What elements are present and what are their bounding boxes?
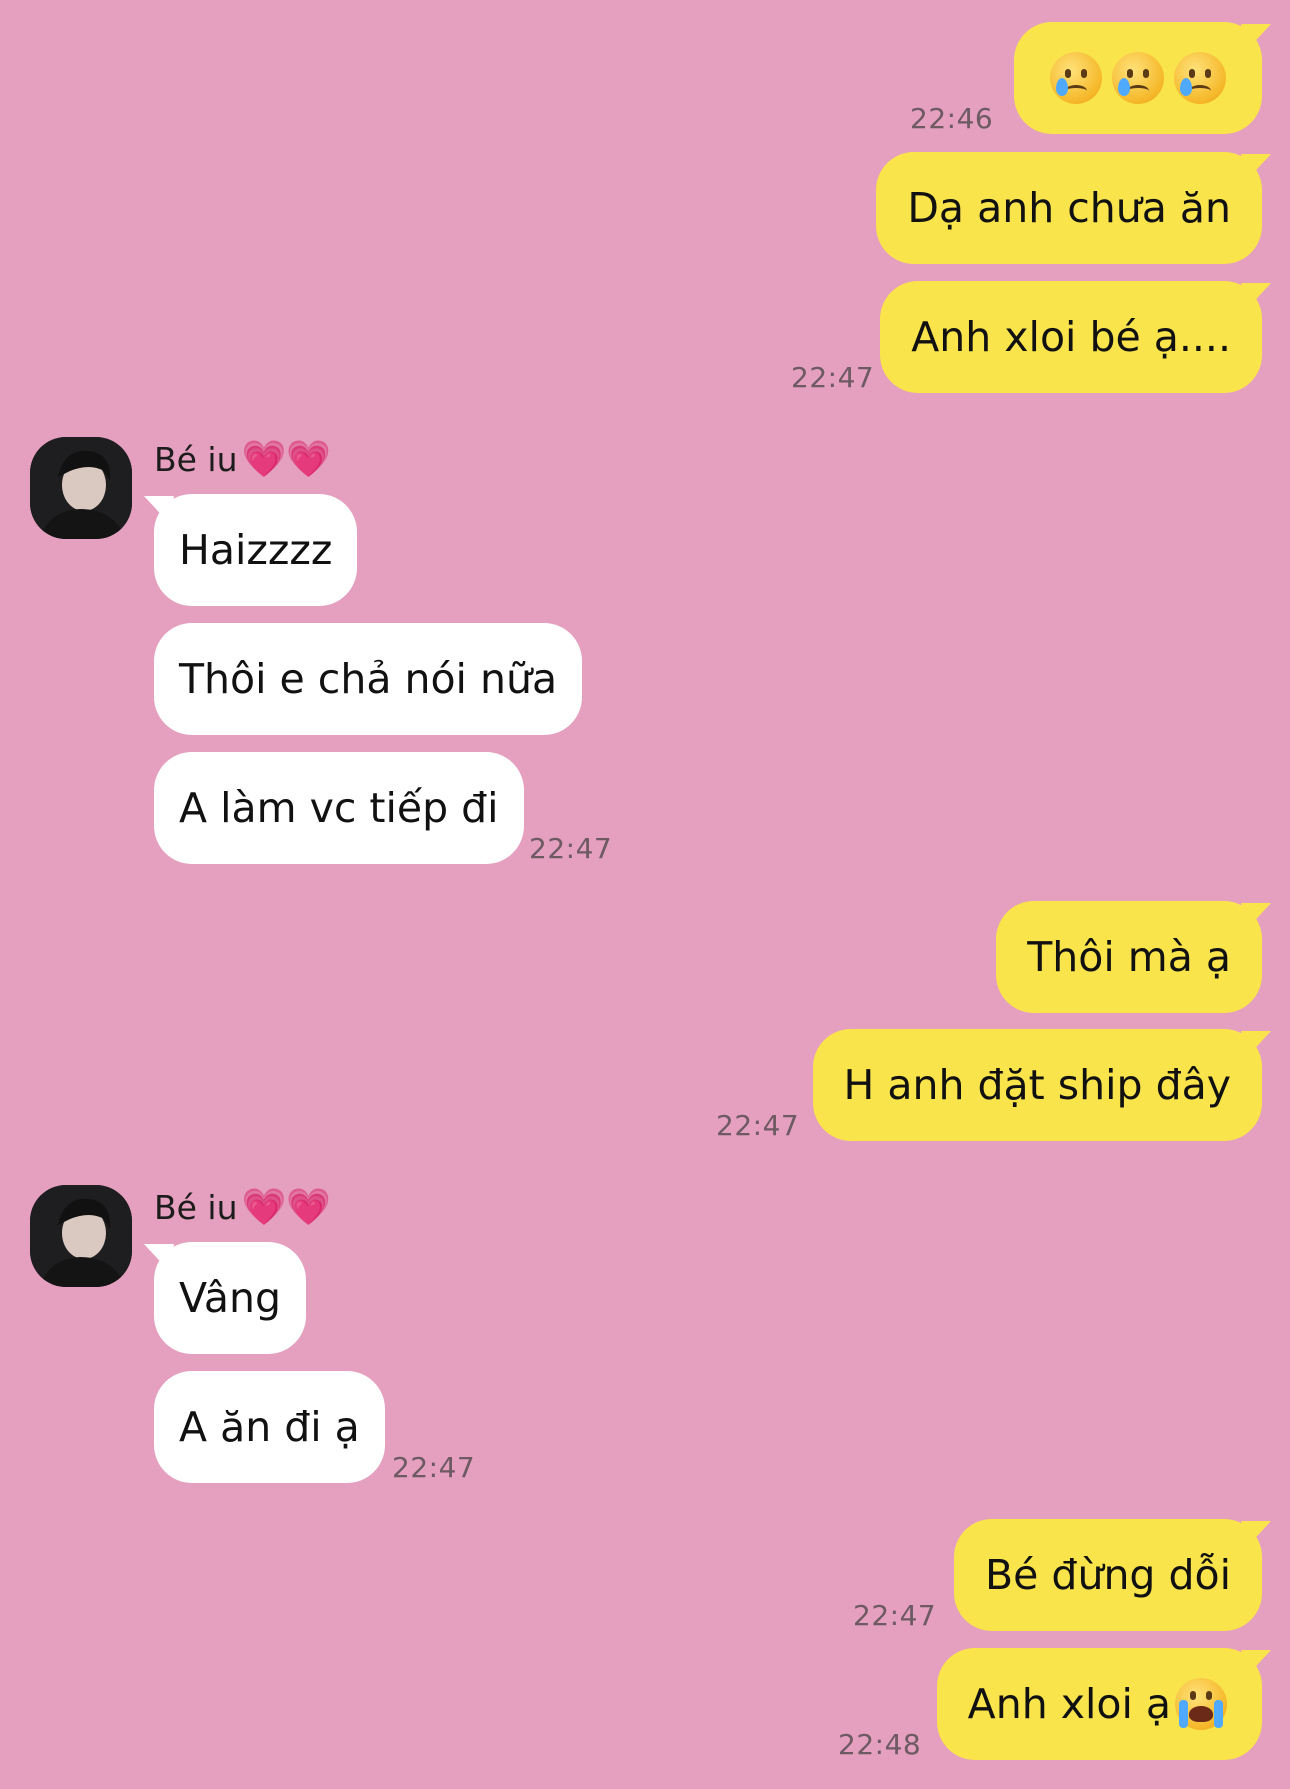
crying-face-icon bbox=[1174, 52, 1226, 104]
message-bubble-sent[interactable]: Anh xloi ạ bbox=[936, 1648, 1262, 1760]
message-bubble-sent[interactable] bbox=[1014, 22, 1262, 134]
message-bubble-received[interactable]: A làm vc tiếp đi bbox=[154, 752, 524, 864]
message-time: 22:47 bbox=[853, 1599, 937, 1632]
message-bubble-received[interactable]: Vâng bbox=[154, 1242, 306, 1354]
sobbing-face-icon bbox=[1175, 1678, 1227, 1730]
heart-icon: 💗💗 bbox=[241, 1186, 332, 1228]
message-bubble-sent[interactable]: Anh xloi bé ạ.... bbox=[880, 281, 1262, 393]
contact-name-text: Bé iu bbox=[154, 440, 238, 479]
crying-face-icon bbox=[1050, 52, 1102, 104]
message-time: 22:48 bbox=[838, 1728, 922, 1761]
contact-avatar[interactable] bbox=[30, 437, 132, 539]
contact-name-text: Bé iu bbox=[154, 1188, 238, 1227]
message-bubble-sent[interactable]: Dạ anh chưa ăn bbox=[876, 152, 1262, 264]
message-bubble-sent[interactable]: H anh đặt ship đây bbox=[812, 1029, 1262, 1141]
contact-name: Bé iu 💗💗 bbox=[154, 440, 331, 479]
message-bubble-sent[interactable]: Thôi mà ạ bbox=[996, 901, 1262, 1013]
message-time: 22:46 bbox=[910, 102, 994, 135]
heart-icon: 💗💗 bbox=[241, 438, 332, 480]
avatar-photo bbox=[30, 437, 132, 539]
message-bubble-received[interactable]: Thôi e chả nói nữa bbox=[154, 623, 583, 735]
message-time: 22:47 bbox=[392, 1451, 476, 1484]
contact-name: Bé iu 💗💗 bbox=[154, 1188, 331, 1227]
message-time: 22:47 bbox=[791, 361, 875, 394]
message-text: Anh xloi ạ bbox=[967, 1680, 1171, 1728]
message-bubble-received[interactable]: Haizzzz bbox=[154, 494, 358, 606]
crying-face-icon bbox=[1112, 52, 1164, 104]
contact-avatar[interactable] bbox=[30, 1185, 132, 1287]
avatar-photo bbox=[30, 1185, 132, 1287]
message-time: 22:47 bbox=[529, 832, 613, 865]
message-bubble-sent[interactable]: Bé đừng dỗi bbox=[954, 1519, 1262, 1631]
message-time: 22:47 bbox=[716, 1109, 800, 1142]
message-bubble-received[interactable]: A ăn đi ạ bbox=[154, 1371, 385, 1483]
